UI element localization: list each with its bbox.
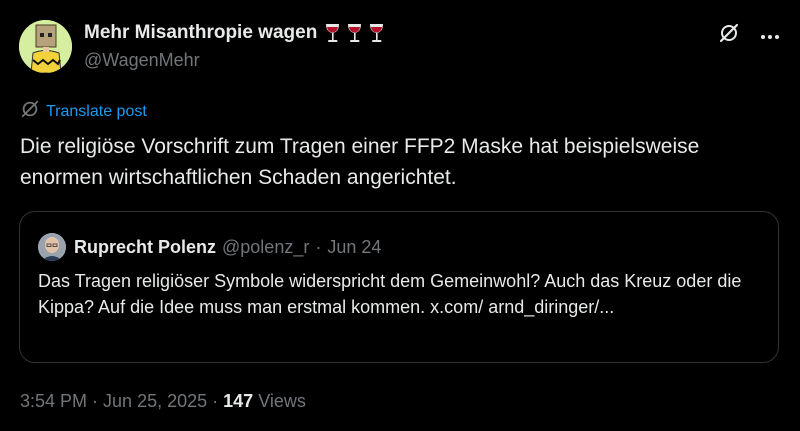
- quoted-post-text: Das Tragen religiöser Symbole widerspric…: [38, 271, 742, 317]
- wine-glass-icon: [348, 24, 362, 42]
- author-name[interactable]: Mehr Misanthropie wagen: [84, 22, 317, 44]
- post-text: Die religiöse Vorschrift zum Tragen eine…: [20, 135, 700, 189]
- author-name-row: Mehr Misanthropie wagen: [84, 22, 386, 44]
- post-time[interactable]: 3:54 PM: [20, 391, 87, 412]
- translate-post-link[interactable]: Translate post: [20, 99, 147, 124]
- grok-icon[interactable]: [718, 22, 740, 49]
- quoted-avatar-image: [38, 233, 66, 261]
- post-date[interactable]: Jun 25, 2025: [103, 391, 207, 412]
- quoted-author-name: Ruprecht Polenz: [74, 236, 217, 257]
- author-handle[interactable]: @WagenMehr: [84, 50, 200, 71]
- wine-emoji-group: [323, 22, 386, 44]
- quoted-separator: ·: [315, 236, 322, 257]
- wine-glass-icon: [370, 24, 384, 42]
- views-label: Views: [258, 391, 306, 411]
- footer-separator: ·: [212, 391, 219, 411]
- quoted-author-handle: @polenz_r: [222, 236, 310, 257]
- quoted-date: Jun 24: [327, 236, 382, 257]
- wine-glass-icon: [326, 24, 340, 42]
- views-count: 147: [223, 391, 254, 411]
- more-options-icon[interactable]: [760, 27, 780, 45]
- translate-icon: [20, 99, 40, 124]
- post-actions-top: [718, 22, 780, 49]
- avatar-image: [19, 20, 72, 73]
- post-footer: 3:54 PM · Jun 25, 2025 · 147 Views: [20, 391, 306, 412]
- translate-post-label[interactable]: Translate post: [46, 103, 147, 121]
- author-avatar[interactable]: [19, 20, 72, 73]
- footer-separator: ·: [92, 391, 99, 411]
- quoted-post-header: Ruprecht Polenz @polenz_r · Jun 24: [38, 233, 381, 261]
- quoted-post[interactable]: Ruprecht Polenz @polenz_r · Jun 24 Das T…: [19, 211, 779, 363]
- quoted-author-avatar: [38, 233, 66, 261]
